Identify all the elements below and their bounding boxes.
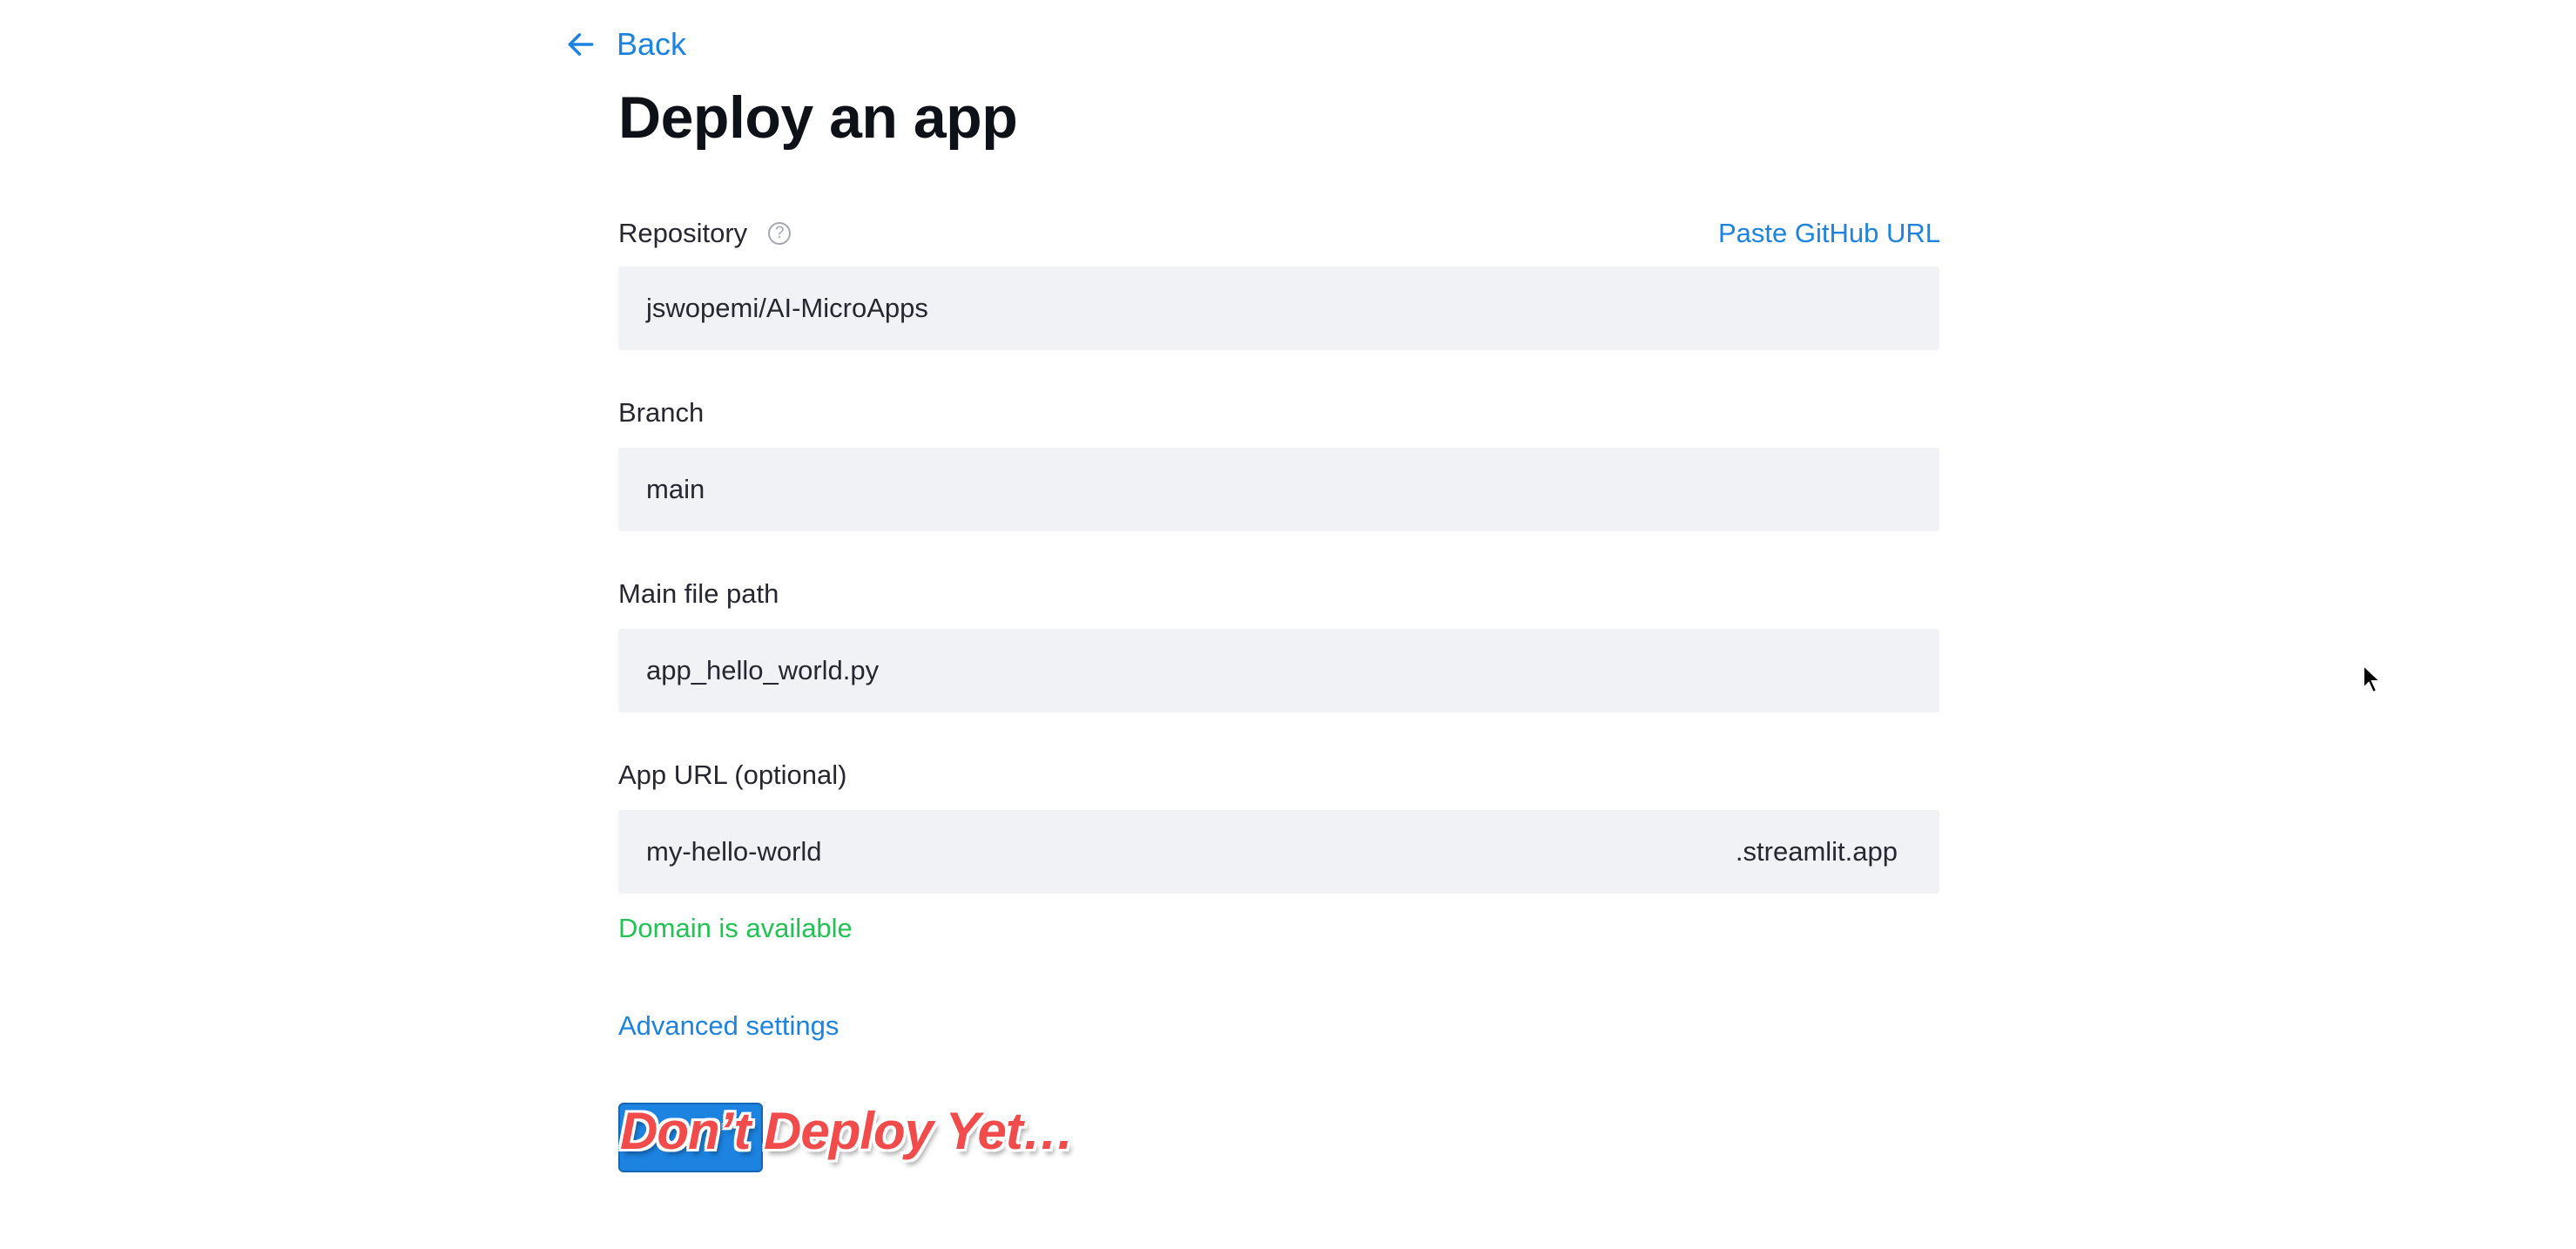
question-circle-icon[interactable]: ? bbox=[768, 222, 792, 245]
mouse-cursor-icon bbox=[2363, 664, 2383, 694]
app-url-input[interactable]: my-hello-world .streamlit.app bbox=[618, 810, 1939, 894]
branch-value: main bbox=[646, 474, 705, 504]
app-url-suffix: .streamlit.app bbox=[1735, 836, 1898, 867]
deploy-page: Back Deploy an app Repository ? Paste Gi… bbox=[0, 0, 2576, 1249]
advanced-settings-link[interactable]: Advanced settings bbox=[618, 1010, 839, 1042]
app-url-label: App URL (optional) bbox=[618, 760, 847, 790]
back-link[interactable]: Back bbox=[564, 26, 686, 63]
page-title: Deploy an app bbox=[618, 84, 1018, 151]
arrow-left-icon bbox=[568, 33, 594, 56]
back-label: Back bbox=[617, 26, 687, 62]
main-file-path-input[interactable]: app_hello_world.py bbox=[618, 629, 1939, 712]
app-url-value: my-hello-world bbox=[646, 836, 822, 867]
repository-label: Repository bbox=[618, 218, 748, 248]
branch-label: Branch bbox=[618, 397, 705, 428]
domain-status: Domain is available bbox=[618, 913, 853, 943]
main-file-path-label: Main file path bbox=[618, 578, 779, 609]
repository-input[interactable]: jswopemi/AI-MicroApps bbox=[618, 267, 1939, 350]
branch-input[interactable]: main bbox=[618, 448, 1939, 531]
main-file-path-value: app_hello_world.py bbox=[646, 655, 880, 685]
repository-value: jswopemi/AI-MicroApps bbox=[646, 293, 928, 323]
overlay-caption: Don’t Deploy Yet… bbox=[620, 1102, 1075, 1160]
paste-github-url-link[interactable]: Paste GitHub URL bbox=[1718, 218, 1940, 249]
repository-label-row: Repository ? bbox=[618, 218, 792, 249]
